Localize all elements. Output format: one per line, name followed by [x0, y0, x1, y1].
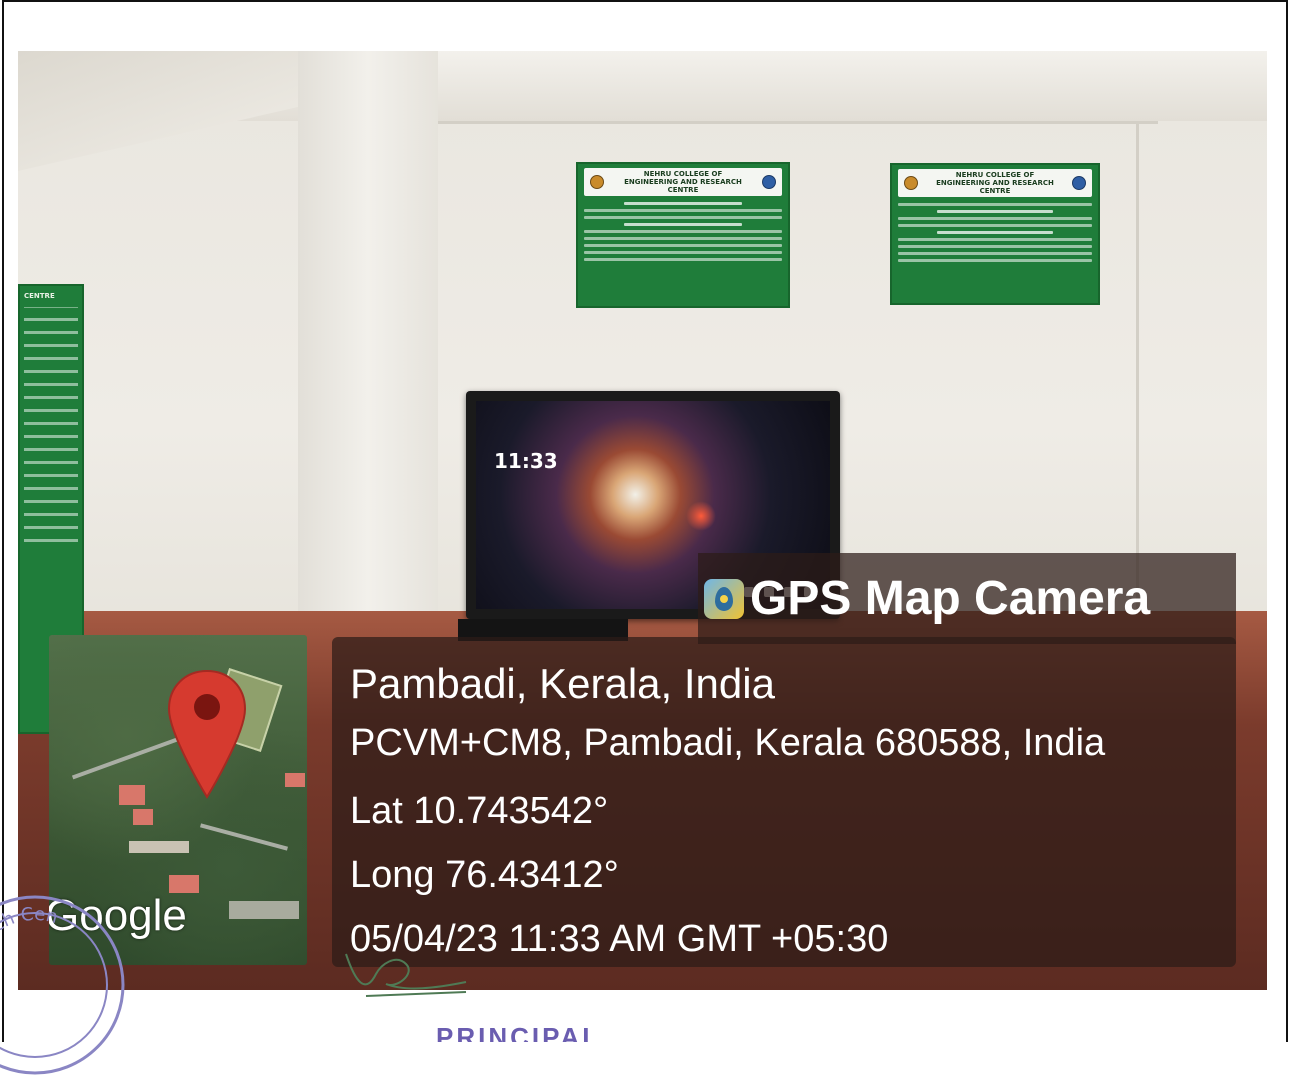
poster-header: NEHRU COLLEGE OF ENGINEERING AND RESEARC… [584, 168, 782, 196]
poster-header: NEHRU COLLEGE OF ENGINEERING AND RESEARC… [898, 169, 1092, 197]
timestamp: 05/04/23 11:33 AM GMT +05:30 [350, 918, 889, 960]
college-logo-icon [904, 176, 918, 190]
university-logo-icon [762, 175, 776, 189]
page-border-left [2, 0, 4, 1042]
map-building [229, 901, 299, 919]
geotagged-photo: CENTRE NEHRU COLLEGE OF ENGINEERING AND … [18, 51, 1267, 990]
signature [345, 953, 467, 997]
place-name: Pambadi, Kerala, India [350, 660, 775, 707]
map-building [285, 773, 305, 787]
map-road [200, 823, 288, 851]
wall-pillar [298, 51, 438, 651]
map-building [119, 785, 145, 805]
display-clock: 11:33 [494, 449, 558, 473]
gps-camera-logo-icon [704, 578, 744, 619]
poster-title: NEHRU COLLEGE OF ENGINEERING AND RESEARC… [624, 170, 742, 194]
wall-trim-vertical [1136, 121, 1139, 611]
longitude: Long 76.43412° [350, 854, 619, 896]
poster-left-title: CENTRE [24, 292, 78, 308]
document-page: CENTRE NEHRU COLLEGE OF ENGINEERING AND … [0, 0, 1290, 1075]
map-building [129, 841, 189, 853]
page-border-right [1286, 0, 1288, 1042]
gps-camera-badge: GPS Map Camera [698, 553, 1236, 644]
poster-vision-mission: NEHRU COLLEGE OF ENGINEERING AND RESEARC… [576, 162, 790, 308]
principal-stamp-text: PRINCIPAL [436, 1022, 602, 1042]
latitude: Lat 10.743542° [350, 790, 609, 832]
poster-title: NEHRU COLLEGE OF ENGINEERING AND RESEARC… [936, 171, 1054, 195]
full-address: PCVM+CM8, Pambadi, Kerala 680588, India [350, 722, 1106, 764]
college-logo-icon [590, 175, 604, 189]
map-pin-icon [167, 669, 247, 799]
map-building [133, 809, 153, 825]
location-info-panel: Pambadi, Kerala, India PCVM+CM8, Pambadi… [332, 637, 1236, 967]
svg-text:Research Cen: Research Cen [0, 904, 60, 986]
institution-seal: Research Cen [0, 895, 125, 1075]
poster-body [898, 203, 1092, 262]
wall-trim [438, 121, 1158, 124]
poster-body [584, 202, 782, 261]
university-logo-icon [1071, 176, 1086, 190]
nebula-glow [686, 501, 716, 531]
poster-department: NEHRU COLLEGE OF ENGINEERING AND RESEARC… [890, 163, 1100, 305]
page-border-top [2, 0, 1288, 2]
gps-camera-title: GPS Map Camera [750, 572, 1151, 625]
